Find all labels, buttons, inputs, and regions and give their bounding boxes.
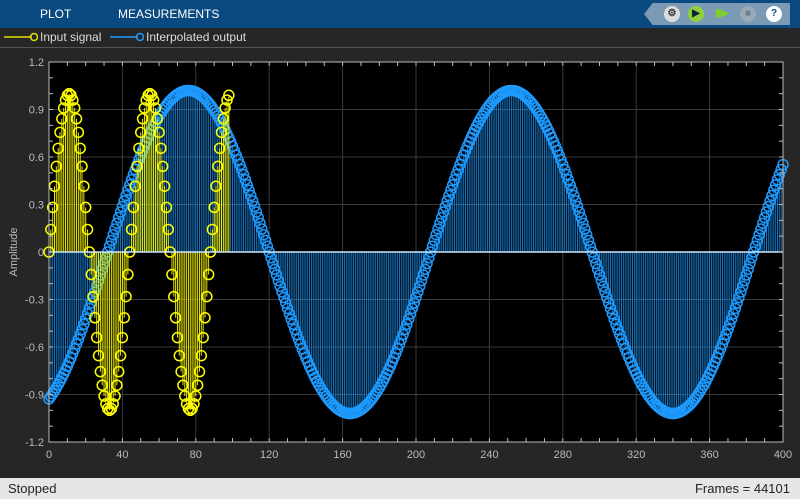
x-tick-label: 40 <box>116 449 128 461</box>
yellow-stem-marker-icon <box>4 32 38 42</box>
toolstrip: PLOT MEASUREMENTS ⚙ ▶ ▮▶ ■ ? <box>0 0 800 28</box>
x-tick-label: 200 <box>407 449 425 461</box>
help-icon[interactable]: ? <box>766 6 782 22</box>
blue-stem-marker-icon <box>110 32 144 42</box>
y-tick-label: -0.6 <box>25 342 44 354</box>
frame-count: Frames = 44101 <box>694 481 790 496</box>
y-tick-label: 0.6 <box>29 152 44 164</box>
y-axis-label: Amplitude <box>8 228 20 277</box>
step-forward-icon[interactable]: ▮▶ <box>714 6 730 22</box>
y-tick-label: -0.9 <box>25 390 44 402</box>
x-tick-label: 400 <box>774 449 792 461</box>
run-icon[interactable]: ▶ <box>688 6 704 22</box>
x-tick-label: 280 <box>554 449 572 461</box>
status-text: Stopped <box>8 481 57 496</box>
x-tick-label: 0 <box>46 449 52 461</box>
y-tick-label: 1.2 <box>29 57 44 69</box>
simulation-controls: ⚙ ▶ ▮▶ ■ ? <box>644 3 790 25</box>
status-bar: Stopped Frames = 44101 <box>0 478 800 499</box>
y-tick-label: 0 <box>38 247 44 259</box>
x-tick-label: 160 <box>333 449 351 461</box>
legend-label: Input signal <box>40 30 102 44</box>
tab-measurements[interactable]: MEASUREMENTS <box>118 7 219 21</box>
x-tick-label: 240 <box>480 449 498 461</box>
legend-item-input-signal[interactable]: Input signal <box>4 30 101 44</box>
y-tick-label: -0.3 <box>25 295 44 307</box>
tab-plot[interactable]: PLOT <box>40 7 71 21</box>
stop-icon[interactable]: ■ <box>740 6 756 22</box>
settings-icon[interactable]: ⚙ <box>664 6 680 22</box>
stem-plot[interactable]: 0 40 80 120 160 200 240 280 320 360 400 1.2 0.9 0.6 0.… <box>0 48 800 478</box>
x-tick-label: 120 <box>260 449 278 461</box>
x-tick-label: 320 <box>627 449 645 461</box>
x-tick-label: 360 <box>700 449 718 461</box>
y-tick-label: 0.3 <box>29 200 44 212</box>
legend-label: Interpolated output <box>146 30 247 44</box>
legend: Input signal Interpolated output <box>0 28 800 47</box>
legend-item-interpolated-output[interactable]: Interpolated output <box>110 30 246 44</box>
x-tick-label: 80 <box>190 449 202 461</box>
y-tick-label: -1.2 <box>25 437 44 449</box>
y-tick-label: 0.9 <box>29 105 44 117</box>
